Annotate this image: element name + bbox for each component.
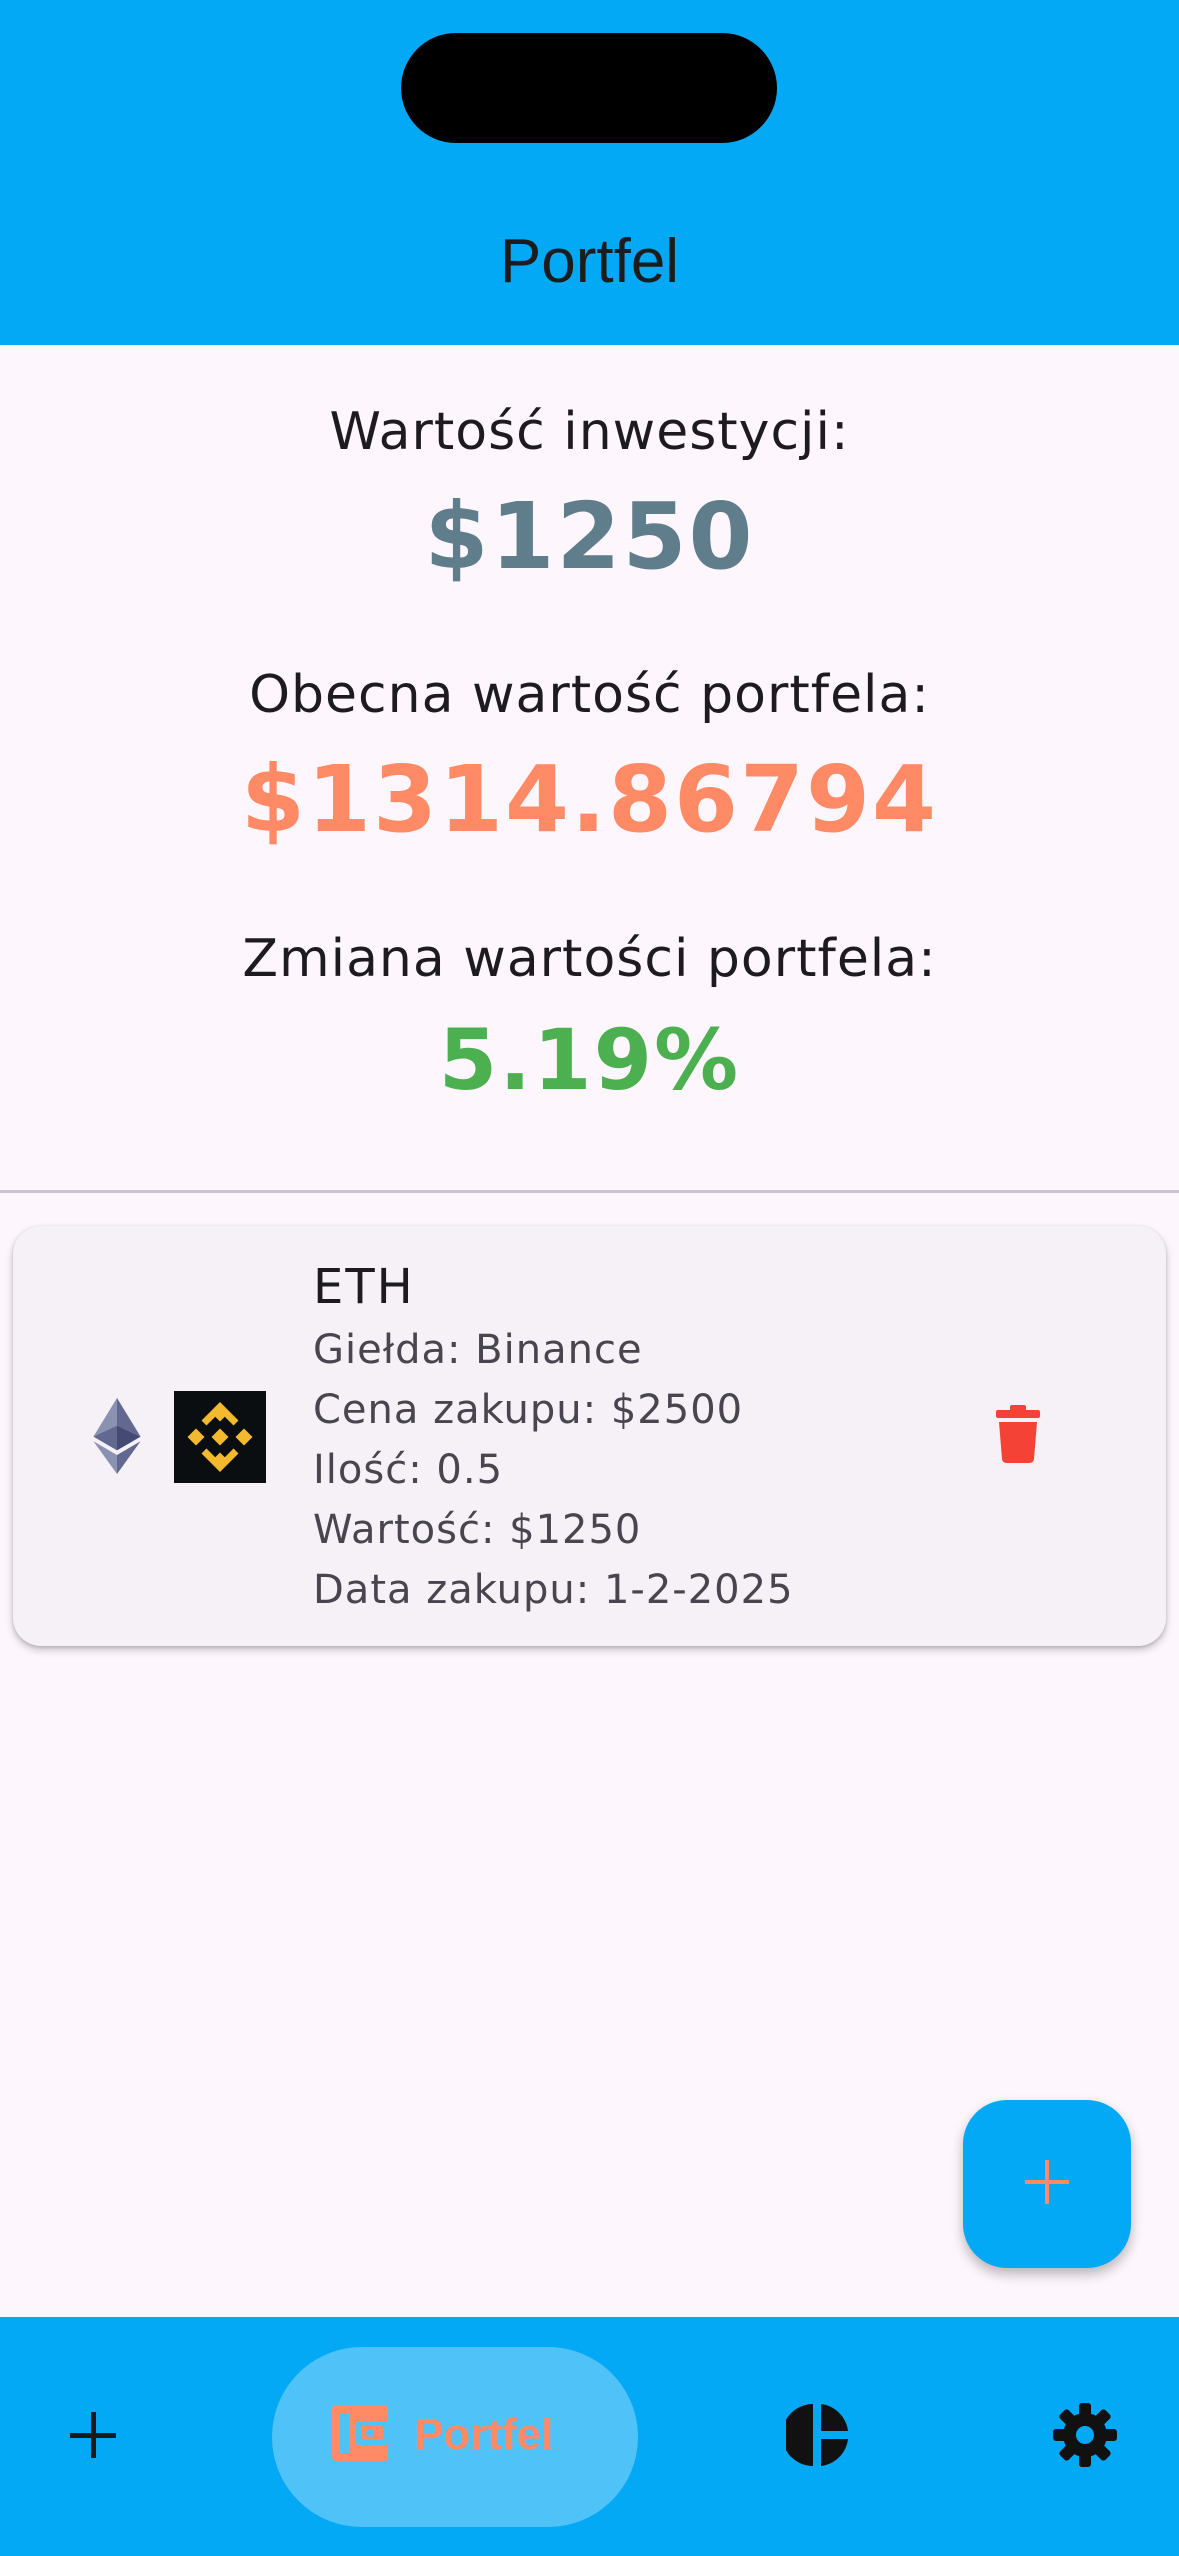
investment-value: $1250 bbox=[424, 483, 755, 590]
binance-logo bbox=[174, 1391, 266, 1483]
app-bar: Portfel bbox=[0, 0, 1179, 345]
gear-icon bbox=[1053, 2403, 1117, 2471]
add-holding-button[interactable] bbox=[963, 2100, 1131, 2268]
page-title: Portfel bbox=[499, 227, 680, 296]
change-value: 5.19% bbox=[438, 1011, 741, 1109]
dynamic-island bbox=[401, 33, 777, 143]
divider bbox=[0, 1190, 1179, 1193]
nav-add[interactable] bbox=[50, 2387, 136, 2487]
nav-portfel-label: Portfel bbox=[414, 2410, 554, 2459]
ethereum-icon bbox=[81, 1398, 153, 1474]
holding-exchange: Giełda: Binance bbox=[313, 1327, 643, 1373]
holding-card[interactable]: ETH Giełda: Binance Cena zakupu: $2500 I… bbox=[13, 1226, 1166, 1646]
investment-label: Wartość inwestycji: bbox=[329, 402, 850, 462]
change-label: Zmiana wartości portfela: bbox=[242, 929, 937, 989]
holding-value: Wartość: $1250 bbox=[313, 1507, 642, 1553]
holding-details: ETH Giełda: Binance Cena zakupu: $2500 I… bbox=[313, 1256, 933, 1620]
bottom-navigation: Portfel bbox=[0, 2317, 1179, 2556]
nav-settings[interactable] bbox=[1040, 2387, 1130, 2487]
trash-icon bbox=[996, 1405, 1040, 1467]
holding-price: Cena zakupu: $2500 bbox=[313, 1387, 744, 1433]
wallet-icon bbox=[332, 2405, 388, 2465]
pie-chart-icon bbox=[782, 2404, 848, 2470]
current-value: $1314.86794 bbox=[240, 746, 939, 853]
current-value-label: Obecna wartość portfela: bbox=[249, 665, 930, 725]
nav-chart[interactable] bbox=[772, 2387, 862, 2487]
holding-symbol: ETH bbox=[313, 1259, 415, 1315]
nav-portfel[interactable]: Portfel bbox=[272, 2347, 638, 2527]
plus-icon bbox=[1025, 2160, 1069, 2208]
holding-quantity: Ilość: 0.5 bbox=[313, 1447, 504, 1493]
holding-date: Data zakupu: 1-2-2025 bbox=[313, 1567, 794, 1613]
delete-button[interactable] bbox=[978, 1396, 1058, 1476]
plus-icon bbox=[70, 2412, 116, 2462]
